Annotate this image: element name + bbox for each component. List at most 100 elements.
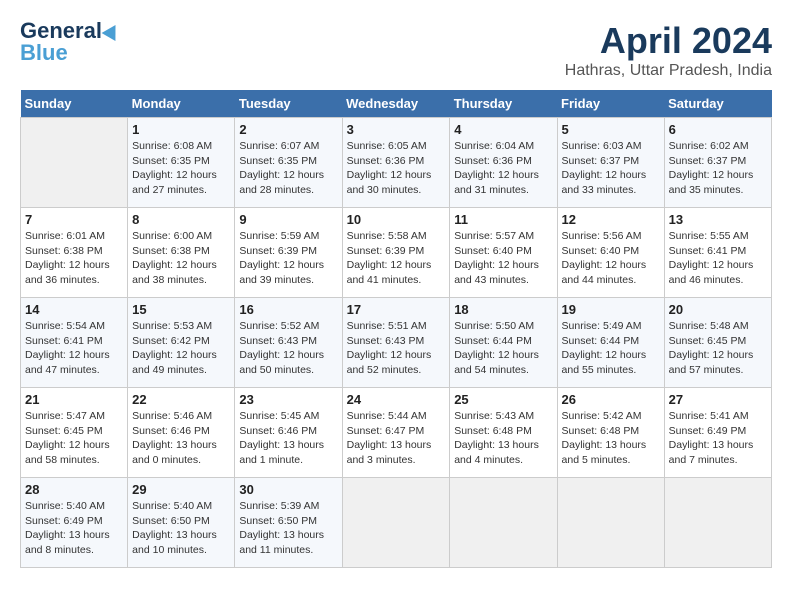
day-number: 7: [25, 212, 123, 227]
day-info: Sunrise: 6:04 AMSunset: 6:36 PMDaylight:…: [454, 139, 552, 198]
day-cell: 27 Sunrise: 5:41 AMSunset: 6:49 PMDayligh…: [664, 388, 771, 478]
day-cell: [557, 478, 664, 568]
day-number: 23: [239, 392, 337, 407]
day-cell: [664, 478, 771, 568]
day-number: 8: [132, 212, 230, 227]
day-number: 19: [562, 302, 660, 317]
day-cell: 8 Sunrise: 6:00 AMSunset: 6:38 PMDaylight…: [128, 208, 235, 298]
day-info: Sunrise: 5:52 AMSunset: 6:43 PMDaylight:…: [239, 319, 337, 378]
day-cell: 17 Sunrise: 5:51 AMSunset: 6:43 PMDayligh…: [342, 298, 450, 388]
day-cell: 22Sunrise: 5:46 AMSunset: 6:46 PMDayligh…: [128, 388, 235, 478]
day-number: 6: [669, 122, 767, 137]
page-header: General Blue April 2024 Hathras, Uttar P…: [20, 20, 772, 80]
day-number: 1: [132, 122, 230, 137]
day-info: Sunrise: 5:58 AMSunset: 6:39 PMDaylight:…: [347, 229, 446, 288]
day-cell: 29 Sunrise: 5:40 AMSunset: 6:50 PMDayligh…: [128, 478, 235, 568]
day-info: Sunrise: 5:57 AMSunset: 6:40 PMDaylight:…: [454, 229, 552, 288]
week-row-3: 14 Sunrise: 5:54 AMSunset: 6:41 PMDayligh…: [21, 298, 772, 388]
day-cell: 2Sunrise: 6:07 AMSunset: 6:35 PMDaylight…: [235, 118, 342, 208]
day-cell: 25Sunrise: 5:43 AMSunset: 6:48 PMDayligh…: [450, 388, 557, 478]
header-cell-tuesday: Tuesday: [235, 90, 342, 118]
day-info: Sunrise: 5:42 AMSunset: 6:48 PMDaylight:…: [562, 409, 660, 468]
day-cell: [342, 478, 450, 568]
day-cell: 20 Sunrise: 5:48 AMSunset: 6:45 PMDayligh…: [664, 298, 771, 388]
day-info: Sunrise: 5:40 AMSunset: 6:50 PMDaylight:…: [132, 499, 230, 558]
week-row-5: 28 Sunrise: 5:40 AMSunset: 6:49 PMDayligh…: [21, 478, 772, 568]
day-number: 20: [669, 302, 767, 317]
day-cell: 24 Sunrise: 5:44 AMSunset: 6:47 PMDayligh…: [342, 388, 450, 478]
day-info: Sunrise: 5:59 AMSunset: 6:39 PMDaylight:…: [239, 229, 337, 288]
day-cell: [450, 478, 557, 568]
day-number: 28: [25, 482, 123, 497]
week-row-1: 1 Sunrise: 6:08 AMSunset: 6:35 PMDaylight…: [21, 118, 772, 208]
day-number: 15: [132, 302, 230, 317]
day-cell: [21, 118, 128, 208]
header-cell-wednesday: Wednesday: [342, 90, 450, 118]
header-cell-friday: Friday: [557, 90, 664, 118]
day-cell: 14 Sunrise: 5:54 AMSunset: 6:41 PMDayligh…: [21, 298, 128, 388]
day-number: 16: [239, 302, 337, 317]
day-number: 10: [347, 212, 446, 227]
day-info: Sunrise: 5:48 AMSunset: 6:45 PMDaylight:…: [669, 319, 767, 378]
day-number: 17: [347, 302, 446, 317]
day-info: Sunrise: 5:45 AMSunset: 6:46 PMDaylight:…: [239, 409, 337, 468]
header-cell-sunday: Sunday: [21, 90, 128, 118]
day-number: 14: [25, 302, 123, 317]
day-cell: 23 Sunrise: 5:45 AMSunset: 6:46 PMDayligh…: [235, 388, 342, 478]
day-number: 9: [239, 212, 337, 227]
day-cell: 15 Sunrise: 5:53 AMSunset: 6:42 PMDayligh…: [128, 298, 235, 388]
header-cell-monday: Monday: [128, 90, 235, 118]
day-cell: 4 Sunrise: 6:04 AMSunset: 6:36 PMDaylight…: [450, 118, 557, 208]
day-cell: 5 Sunrise: 6:03 AMSunset: 6:37 PMDaylight…: [557, 118, 664, 208]
day-info: Sunrise: 6:02 AMSunset: 6:37 PMDaylight:…: [669, 139, 767, 198]
day-info: Sunrise: 5:50 AMSunset: 6:44 PMDaylight:…: [454, 319, 552, 378]
day-number: 12: [562, 212, 660, 227]
day-cell: 26Sunrise: 5:42 AMSunset: 6:48 PMDayligh…: [557, 388, 664, 478]
day-info: Sunrise: 5:49 AMSunset: 6:44 PMDaylight:…: [562, 319, 660, 378]
header-cell-thursday: Thursday: [450, 90, 557, 118]
title-section: April 2024 Hathras, Uttar Pradesh, India: [565, 20, 772, 80]
day-cell: 13Sunrise: 5:55 AMSunset: 6:41 PMDayligh…: [664, 208, 771, 298]
logo: General Blue: [20, 20, 120, 64]
day-info: Sunrise: 5:39 AMSunset: 6:50 PMDaylight:…: [239, 499, 337, 558]
day-info: Sunrise: 6:03 AMSunset: 6:37 PMDaylight:…: [562, 139, 660, 198]
day-info: Sunrise: 5:56 AMSunset: 6:40 PMDaylight:…: [562, 229, 660, 288]
day-cell: 19 Sunrise: 5:49 AMSunset: 6:44 PMDayligh…: [557, 298, 664, 388]
day-number: 22: [132, 392, 230, 407]
calendar-body: 1 Sunrise: 6:08 AMSunset: 6:35 PMDaylight…: [21, 118, 772, 568]
day-info: Sunrise: 5:53 AMSunset: 6:42 PMDaylight:…: [132, 319, 230, 378]
day-info: Sunrise: 5:47 AMSunset: 6:45 PMDaylight:…: [25, 409, 123, 468]
calendar-header: SundayMondayTuesdayWednesdayThursdayFrid…: [21, 90, 772, 118]
day-cell: 1 Sunrise: 6:08 AMSunset: 6:35 PMDaylight…: [128, 118, 235, 208]
day-number: 5: [562, 122, 660, 137]
day-number: 18: [454, 302, 552, 317]
day-number: 27: [669, 392, 767, 407]
day-info: Sunrise: 6:05 AMSunset: 6:36 PMDaylight:…: [347, 139, 446, 198]
day-cell: 16 Sunrise: 5:52 AMSunset: 6:43 PMDayligh…: [235, 298, 342, 388]
day-cell: 7Sunrise: 6:01 AMSunset: 6:38 PMDaylight…: [21, 208, 128, 298]
day-info: Sunrise: 5:54 AMSunset: 6:41 PMDaylight:…: [25, 319, 123, 378]
day-number: 29: [132, 482, 230, 497]
day-number: 21: [25, 392, 123, 407]
month-title: April 2024: [565, 20, 772, 62]
day-info: Sunrise: 6:08 AMSunset: 6:35 PMDaylight:…: [132, 139, 230, 198]
calendar-table: SundayMondayTuesdayWednesdayThursdayFrid…: [20, 90, 772, 568]
day-number: 30: [239, 482, 337, 497]
day-info: Sunrise: 5:40 AMSunset: 6:49 PMDaylight:…: [25, 499, 123, 558]
day-info: Sunrise: 5:41 AMSunset: 6:49 PMDaylight:…: [669, 409, 767, 468]
day-cell: 21 Sunrise: 5:47 AMSunset: 6:45 PMDayligh…: [21, 388, 128, 478]
day-number: 24: [347, 392, 446, 407]
day-number: 4: [454, 122, 552, 137]
day-info: Sunrise: 5:51 AMSunset: 6:43 PMDaylight:…: [347, 319, 446, 378]
week-row-2: 7Sunrise: 6:01 AMSunset: 6:38 PMDaylight…: [21, 208, 772, 298]
day-cell: 18 Sunrise: 5:50 AMSunset: 6:44 PMDayligh…: [450, 298, 557, 388]
day-cell: 30 Sunrise: 5:39 AMSunset: 6:50 PMDayligh…: [235, 478, 342, 568]
day-cell: 3 Sunrise: 6:05 AMSunset: 6:36 PMDaylight…: [342, 118, 450, 208]
day-cell: 9 Sunrise: 5:59 AMSunset: 6:39 PMDaylight…: [235, 208, 342, 298]
day-info: Sunrise: 6:00 AMSunset: 6:38 PMDaylight:…: [132, 229, 230, 288]
day-number: 3: [347, 122, 446, 137]
logo-blue: Blue: [20, 42, 68, 64]
day-number: 2: [239, 122, 337, 137]
day-info: Sunrise: 5:44 AMSunset: 6:47 PMDaylight:…: [347, 409, 446, 468]
day-info: Sunrise: 5:55 AMSunset: 6:41 PMDaylight:…: [669, 229, 767, 288]
